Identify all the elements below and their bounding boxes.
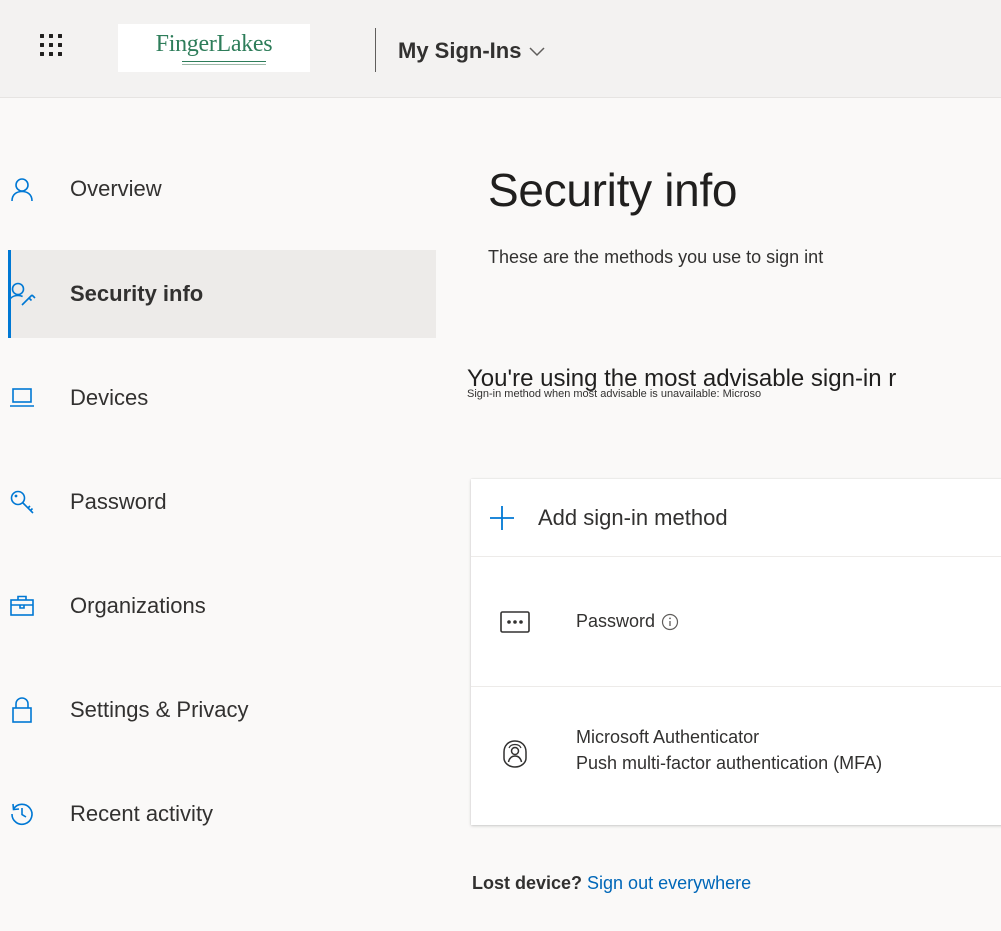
sidebar-item-settings-privacy[interactable]: Settings & Privacy xyxy=(8,666,436,754)
method-name: Microsoft Authenticator xyxy=(576,727,760,747)
sidebar-item-recent-activity[interactable]: Recent activity xyxy=(8,770,436,858)
laptop-icon xyxy=(8,384,36,412)
app-title: My Sign-Ins xyxy=(398,38,522,63)
method-detail: Push multi-factor authentication (MFA) xyxy=(576,753,883,773)
method-row-authenticator: Microsoft Authenticator Push multi-facto… xyxy=(471,687,1001,825)
sidebar-nav: Overview Security info Devices Password … xyxy=(0,99,436,931)
sidebar-item-label: Security info xyxy=(70,281,204,306)
lost-device-question: Lost device? xyxy=(472,873,583,893)
app-launcher-waffle-icon[interactable] xyxy=(36,30,66,60)
history-icon xyxy=(8,800,36,828)
chevron-down-icon xyxy=(529,47,545,57)
person-icon xyxy=(8,175,36,203)
logo-wordmark: FingerLakes xyxy=(155,31,273,57)
app-switcher-button[interactable]: My Sign-Ins xyxy=(398,38,545,64)
sidebar-item-organizations[interactable]: Organizations xyxy=(8,562,436,650)
plus-icon xyxy=(490,506,514,530)
sidebar-item-label: Organizations xyxy=(70,593,206,618)
logo-rule-secondary xyxy=(182,64,266,65)
add-sign-in-method-label: Add sign-in method xyxy=(538,505,728,530)
main-content: Security info These are the methods you … xyxy=(437,99,1001,931)
advisable-method-subtext: Sign-in method when most advisable is un… xyxy=(467,388,762,400)
page-description: These are the methods you use to sign in… xyxy=(488,247,824,267)
lock-icon xyxy=(8,696,36,724)
key-icon xyxy=(8,488,36,516)
sidebar-item-label: Overview xyxy=(70,176,162,201)
sidebar-item-label: Password xyxy=(70,489,167,514)
info-icon[interactable] xyxy=(661,613,679,631)
sidebar-item-label: Settings & Privacy xyxy=(70,697,249,722)
method-row-password: Password xyxy=(471,557,1001,687)
lost-device-section: Lost device? Sign out everywhere xyxy=(472,873,751,894)
sign-out-everywhere-link[interactable]: Sign out everywhere xyxy=(587,873,751,893)
sidebar-item-overview[interactable]: Overview xyxy=(8,145,436,233)
page-title: Security info xyxy=(488,164,738,216)
sidebar-item-devices[interactable]: Devices xyxy=(8,354,436,442)
sidebar-item-password[interactable]: Password xyxy=(8,458,436,546)
password-dots-icon xyxy=(500,611,530,633)
sidebar-item-security-info[interactable]: Security info xyxy=(8,250,436,338)
organization-logo[interactable]: FingerLakes xyxy=(118,24,310,72)
add-sign-in-method-button[interactable]: Add sign-in method xyxy=(471,479,1001,557)
sidebar-item-label: Recent activity xyxy=(70,801,214,826)
authenticator-icon xyxy=(503,740,527,768)
method-name-text: Password xyxy=(576,611,656,631)
header-divider xyxy=(375,28,376,72)
person-key-icon xyxy=(8,280,36,308)
logo-rule xyxy=(182,61,266,62)
sidebar-item-label: Devices xyxy=(70,385,149,410)
top-header: FingerLakes My Sign-Ins xyxy=(0,0,1001,98)
briefcase-icon xyxy=(8,592,36,620)
method-name: Password xyxy=(576,611,679,632)
sign-in-methods-card: Add sign-in method Password Microsoft Au… xyxy=(471,479,1001,825)
